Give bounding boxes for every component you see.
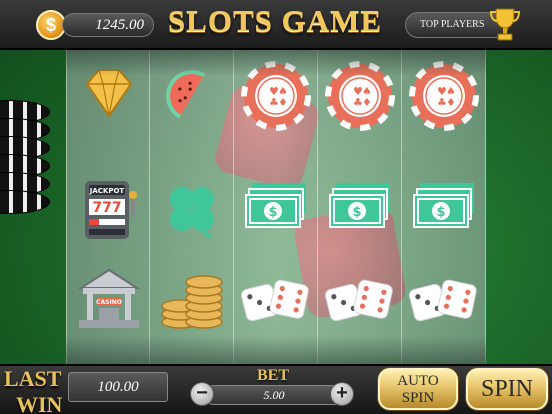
reel-symbol: [402, 256, 486, 344]
reel-symbol: [150, 256, 234, 344]
dollar-bills-icon: $: [329, 183, 390, 228]
reel-symbol: ♥ ♠ ♣ ♦: [318, 52, 402, 140]
reel-symbol: ♥ ♠ ♣ ♦: [234, 52, 318, 140]
last-win-value: 100.00: [68, 372, 168, 402]
reel-grid[interactable]: JACKPOT 777 CASINO ♥ ♠ ♣ ♦ $ ♥ ♠ ♣ ♦ $ ♥ ♠ ♣ ♦ $: [66, 50, 486, 364]
reel-symbol: $: [234, 165, 318, 253]
reel-symbol: [150, 165, 234, 253]
reel-column: JACKPOT 777 CASINO: [66, 50, 150, 364]
reel-symbol: JACKPOT 777: [67, 165, 151, 253]
spin-button[interactable]: SPIN: [466, 368, 548, 410]
reel-symbol: [234, 256, 318, 344]
poker-chip-icon: ♥ ♠♣ ♦: [325, 61, 395, 131]
coin-stack-icon: [161, 275, 223, 329]
reel-column: ♥ ♠ ♣ ♦ $: [402, 50, 486, 364]
increase-bet-button[interactable]: +: [330, 382, 354, 406]
auto-spin-label-line2: SPIN: [401, 390, 435, 406]
four-leaf-clover-icon: [170, 187, 214, 239]
reel-symbol: CASINO: [67, 256, 151, 344]
dice-pair-icon: [240, 279, 309, 322]
jackpot-machine-icon: JACKPOT 777: [85, 181, 137, 239]
reel-symbol: ♥ ♠ ♣ ♦: [402, 52, 486, 140]
reel-symbol: $: [318, 165, 402, 253]
svg-text:777: 777: [92, 200, 121, 216]
casino-building-icon: CASINO: [77, 268, 141, 328]
reel-column: ♥ ♠ ♣ ♦ $: [318, 50, 402, 364]
reel-column: ♥ ♠ ♣ ♦ $: [234, 50, 318, 364]
svg-text:CASINO: CASINO: [96, 299, 122, 306]
background-chip-stack: [0, 100, 60, 260]
svg-text:$: $: [268, 205, 277, 220]
last-win-label: LAST WIN: [4, 366, 68, 414]
poker-chip-icon: ♥ ♠♣ ♦: [409, 61, 479, 131]
svg-text:$: $: [352, 205, 361, 220]
trophy-icon[interactable]: [490, 6, 520, 42]
svg-text:♦: ♦: [362, 96, 372, 109]
reel-column: [150, 50, 234, 364]
svg-text:JACKPOT: JACKPOT: [89, 187, 125, 195]
dice-pair-icon: [408, 279, 477, 322]
svg-text:♦: ♦: [278, 96, 288, 109]
watermelon-icon: [166, 70, 205, 119]
reel-symbol: [67, 52, 151, 140]
dollar-bills-icon: $: [245, 183, 306, 228]
poker-chip-icon: ♥ ♠♣ ♦: [241, 61, 311, 131]
reel-symbol: [150, 52, 234, 140]
decrease-bet-button[interactable]: −: [190, 382, 214, 406]
balance-display: 1245.00: [62, 13, 154, 37]
auto-spin-label-line1: AUTO: [397, 373, 439, 389]
diamond-icon: [85, 69, 133, 118]
last-win-label-line2: WIN: [16, 392, 63, 414]
bet-label: BET: [256, 367, 289, 384]
auto-spin-button[interactable]: AUTO SPIN: [378, 368, 458, 410]
game-title: SLOTS GAME: [167, 3, 383, 38]
dollar-bills-icon: $: [413, 183, 474, 228]
bet-value: 5.00: [204, 385, 344, 405]
reel-symbol: $: [402, 165, 486, 253]
last-win-label-line1: LAST: [4, 366, 62, 391]
reel-symbol: [318, 256, 402, 344]
svg-text:♦: ♦: [446, 96, 456, 109]
dice-pair-icon: [324, 279, 393, 322]
svg-text:$: $: [436, 205, 445, 220]
